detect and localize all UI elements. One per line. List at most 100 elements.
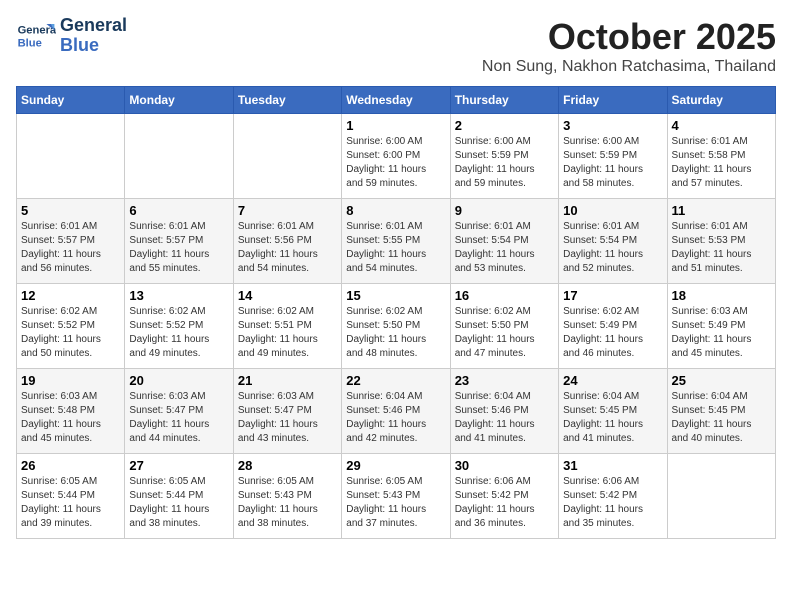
day-cell — [17, 114, 125, 199]
day-number: 8 — [346, 203, 445, 218]
day-number: 6 — [129, 203, 228, 218]
day-info: Sunrise: 6:01 AMSunset: 5:56 PMDaylight:… — [238, 220, 337, 276]
day-info: Sunrise: 6:01 AMSunset: 5:57 PMDaylight:… — [129, 220, 228, 276]
day-cell: 26 Sunrise: 6:05 AMSunset: 5:44 PMDayligh… — [17, 454, 125, 539]
day-cell: 28 Sunrise: 6:05 AMSunset: 5:43 PMDayligh… — [233, 454, 341, 539]
weekday-header-row: SundayMondayTuesdayWednesdayThursdayFrid… — [17, 87, 776, 114]
day-cell: 29 Sunrise: 6:05 AMSunset: 5:43 PMDayligh… — [342, 454, 450, 539]
day-info: Sunrise: 6:05 AMSunset: 5:43 PMDaylight:… — [346, 475, 445, 531]
day-info: Sunrise: 6:04 AMSunset: 5:45 PMDaylight:… — [563, 390, 662, 446]
day-info: Sunrise: 6:04 AMSunset: 5:46 PMDaylight:… — [346, 390, 445, 446]
day-number: 16 — [455, 288, 554, 303]
day-cell: 12 Sunrise: 6:02 AMSunset: 5:52 PMDayligh… — [17, 284, 125, 369]
weekday-thursday: Thursday — [450, 87, 558, 114]
day-info: Sunrise: 6:02 AMSunset: 5:49 PMDaylight:… — [563, 305, 662, 361]
day-cell: 11 Sunrise: 6:01 AMSunset: 5:53 PMDayligh… — [667, 199, 775, 284]
day-info: Sunrise: 6:00 AMSunset: 5:59 PMDaylight:… — [455, 135, 554, 191]
day-number: 10 — [563, 203, 662, 218]
day-cell: 22 Sunrise: 6:04 AMSunset: 5:46 PMDayligh… — [342, 369, 450, 454]
day-info: Sunrise: 6:01 AMSunset: 5:54 PMDaylight:… — [455, 220, 554, 276]
day-cell: 18 Sunrise: 6:03 AMSunset: 5:49 PMDayligh… — [667, 284, 775, 369]
day-number: 1 — [346, 118, 445, 133]
day-number: 29 — [346, 458, 445, 473]
weekday-monday: Monday — [125, 87, 233, 114]
day-cell: 23 Sunrise: 6:04 AMSunset: 5:46 PMDayligh… — [450, 369, 558, 454]
day-info: Sunrise: 6:05 AMSunset: 5:44 PMDaylight:… — [21, 475, 120, 531]
day-info: Sunrise: 6:04 AMSunset: 5:45 PMDaylight:… — [672, 390, 771, 446]
day-cell: 14Sunrise: 6:02 AMSunset: 5:51 PMDayligh… — [233, 284, 341, 369]
day-number: 13 — [129, 288, 228, 303]
weekday-wednesday: Wednesday — [342, 87, 450, 114]
day-number: 27 — [129, 458, 228, 473]
day-number: 15 — [346, 288, 445, 303]
week-row-4: 19Sunrise: 6:03 AMSunset: 5:48 PMDayligh… — [17, 369, 776, 454]
day-cell: 15Sunrise: 6:02 AMSunset: 5:50 PMDayligh… — [342, 284, 450, 369]
day-number: 4 — [672, 118, 771, 133]
calendar-table: SundayMondayTuesdayWednesdayThursdayFrid… — [16, 86, 776, 539]
day-cell: 6 Sunrise: 6:01 AMSunset: 5:57 PMDaylight… — [125, 199, 233, 284]
day-number: 24 — [563, 373, 662, 388]
day-cell: 2 Sunrise: 6:00 AMSunset: 5:59 PMDaylight… — [450, 114, 558, 199]
weekday-saturday: Saturday — [667, 87, 775, 114]
day-number: 19 — [21, 373, 120, 388]
day-cell: 21Sunrise: 6:03 AMSunset: 5:47 PMDayligh… — [233, 369, 341, 454]
day-cell: 30Sunrise: 6:06 AMSunset: 5:42 PMDayligh… — [450, 454, 558, 539]
day-cell: 8Sunrise: 6:01 AMSunset: 5:55 PMDaylight… — [342, 199, 450, 284]
day-cell: 27 Sunrise: 6:05 AMSunset: 5:44 PMDayligh… — [125, 454, 233, 539]
day-number: 3 — [563, 118, 662, 133]
day-number: 12 — [21, 288, 120, 303]
day-info: Sunrise: 6:02 AMSunset: 5:50 PMDaylight:… — [455, 305, 554, 361]
day-number: 31 — [563, 458, 662, 473]
day-number: 7 — [238, 203, 337, 218]
day-cell — [233, 114, 341, 199]
calendar-body: 1 Sunrise: 6:00 AMSunset: 6:00 PMDaylight… — [17, 114, 776, 539]
day-number: 2 — [455, 118, 554, 133]
day-number: 14 — [238, 288, 337, 303]
week-row-3: 12 Sunrise: 6:02 AMSunset: 5:52 PMDayligh… — [17, 284, 776, 369]
day-number: 23 — [455, 373, 554, 388]
day-cell: 10Sunrise: 6:01 AMSunset: 5:54 PMDayligh… — [559, 199, 667, 284]
day-number: 26 — [21, 458, 120, 473]
day-cell: 19Sunrise: 6:03 AMSunset: 5:48 PMDayligh… — [17, 369, 125, 454]
day-cell — [667, 454, 775, 539]
day-cell: 25 Sunrise: 6:04 AMSunset: 5:45 PMDayligh… — [667, 369, 775, 454]
logo-icon: General Blue — [16, 16, 56, 56]
day-info: Sunrise: 6:00 AMSunset: 6:00 PMDaylight:… — [346, 135, 445, 191]
day-info: Sunrise: 6:05 AMSunset: 5:44 PMDaylight:… — [129, 475, 228, 531]
day-number: 30 — [455, 458, 554, 473]
week-row-1: 1 Sunrise: 6:00 AMSunset: 6:00 PMDaylight… — [17, 114, 776, 199]
day-info: Sunrise: 6:03 AMSunset: 5:47 PMDaylight:… — [238, 390, 337, 446]
logo-text-blue: Blue — [60, 36, 127, 56]
day-cell: 24 Sunrise: 6:04 AMSunset: 5:45 PMDayligh… — [559, 369, 667, 454]
day-number: 9 — [455, 203, 554, 218]
day-cell — [125, 114, 233, 199]
day-number: 18 — [672, 288, 771, 303]
day-number: 28 — [238, 458, 337, 473]
day-info: Sunrise: 6:05 AMSunset: 5:43 PMDaylight:… — [238, 475, 337, 531]
day-info: Sunrise: 6:01 AMSunset: 5:58 PMDaylight:… — [672, 135, 771, 191]
day-cell: 5 Sunrise: 6:01 AMSunset: 5:57 PMDaylight… — [17, 199, 125, 284]
day-info: Sunrise: 6:04 AMSunset: 5:46 PMDaylight:… — [455, 390, 554, 446]
day-info: Sunrise: 6:03 AMSunset: 5:49 PMDaylight:… — [672, 305, 771, 361]
day-cell: 31 Sunrise: 6:06 AMSunset: 5:42 PMDayligh… — [559, 454, 667, 539]
day-info: Sunrise: 6:02 AMSunset: 5:52 PMDaylight:… — [129, 305, 228, 361]
day-number: 22 — [346, 373, 445, 388]
day-info: Sunrise: 6:01 AMSunset: 5:53 PMDaylight:… — [672, 220, 771, 276]
header: General Blue General Blue October 2025 N… — [16, 16, 776, 76]
day-cell: 3 Sunrise: 6:00 AMSunset: 5:59 PMDaylight… — [559, 114, 667, 199]
weekday-friday: Friday — [559, 87, 667, 114]
month-title: October 2025 — [482, 16, 776, 58]
day-number: 25 — [672, 373, 771, 388]
day-info: Sunrise: 6:03 AMSunset: 5:47 PMDaylight:… — [129, 390, 228, 446]
day-number: 5 — [21, 203, 120, 218]
logo: General Blue General Blue — [16, 16, 127, 56]
day-number: 11 — [672, 203, 771, 218]
weekday-sunday: Sunday — [17, 87, 125, 114]
day-number: 17 — [563, 288, 662, 303]
day-info: Sunrise: 6:06 AMSunset: 5:42 PMDaylight:… — [563, 475, 662, 531]
title-block: October 2025 Non Sung, Nakhon Ratchasima… — [482, 16, 776, 76]
day-info: Sunrise: 6:00 AMSunset: 5:59 PMDaylight:… — [563, 135, 662, 191]
day-cell: 1 Sunrise: 6:00 AMSunset: 6:00 PMDaylight… — [342, 114, 450, 199]
day-info: Sunrise: 6:01 AMSunset: 5:57 PMDaylight:… — [21, 220, 120, 276]
day-info: Sunrise: 6:02 AMSunset: 5:52 PMDaylight:… — [21, 305, 120, 361]
